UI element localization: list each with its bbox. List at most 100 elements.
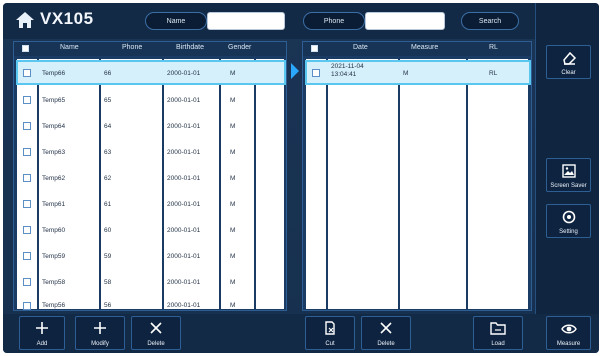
patient-name[interactable]: Temp56 — [42, 302, 65, 309]
patient-birthdate: 2000-01-01 — [167, 201, 201, 208]
patient-phone: 58 — [104, 279, 112, 286]
column-header-rl: RL — [489, 44, 498, 51]
patient-phone: 63 — [104, 149, 112, 156]
patient-row-checkbox[interactable] — [23, 252, 31, 260]
close-icon — [380, 322, 392, 334]
record-row-checkbox[interactable] — [312, 69, 320, 77]
patient-gender: M — [230, 97, 236, 104]
clear-label: Clear — [561, 70, 576, 76]
patient-row-checkbox[interactable] — [23, 96, 31, 104]
close-icon — [150, 322, 162, 334]
phone-search-input[interactable] — [365, 12, 445, 30]
patient-gender: M — [230, 302, 236, 309]
patient-row-checkbox[interactable] — [23, 174, 31, 182]
patient-phone: 61 — [104, 201, 112, 208]
modify-label: Modify — [91, 341, 109, 347]
patient-birthdate: 2000-01-01 — [167, 227, 201, 234]
screen-saver-label: Screen Saver — [550, 183, 587, 189]
extra-column — [256, 59, 284, 309]
delete-patient-button[interactable]: Delete — [131, 316, 181, 350]
patient-name[interactable]: Temp63 — [42, 149, 65, 156]
patient-gender: M — [230, 201, 236, 208]
top-bar: VX105 Name Phone Search — [3, 3, 535, 39]
record-checkbox-column — [306, 59, 326, 309]
patient-birthdate: 2000-01-01 — [167, 175, 201, 182]
patient-gender: M — [230, 123, 236, 130]
patient-birthdate: 2000-01-01 — [167, 123, 201, 130]
setting-label: Setting — [559, 229, 578, 235]
patient-name[interactable]: Temp62 — [42, 175, 65, 182]
load-label: Load — [491, 341, 505, 347]
patient-gender: M — [230, 149, 236, 156]
patient-row-checkbox[interactable] — [23, 148, 31, 156]
add-button[interactable]: Add — [19, 316, 65, 350]
patient-gender: M — [230, 279, 236, 286]
app-window: VX105 Name Phone Search Name Phone Birth… — [3, 3, 599, 353]
selection-arrow-icon — [291, 63, 299, 79]
search-button[interactable]: Search — [461, 12, 519, 30]
column-header-name: Name — [60, 44, 79, 51]
patient-name[interactable]: Temp61 — [42, 201, 65, 208]
column-header-phone: Phone — [122, 44, 143, 51]
patient-phone: 65 — [104, 97, 112, 104]
patient-phone: 56 — [104, 302, 112, 309]
patient-gender: M — [230, 175, 236, 182]
patient-birthdate: 2000-01-01 — [167, 279, 201, 286]
home-icon[interactable] — [15, 11, 35, 29]
phone-label: Phone — [303, 12, 365, 30]
patient-name[interactable]: Temp60 — [42, 227, 65, 234]
record-list-header: Date Measure RL — [303, 42, 531, 56]
patient-row-checkbox[interactable] — [23, 302, 31, 310]
delete-patient-label: Delete — [147, 341, 165, 347]
patient-phone: 66 — [104, 70, 112, 77]
record-list-panel: Date Measure RL 2021-11-04 13:04:41 M RL — [302, 41, 532, 311]
cut-label: Cut — [325, 341, 335, 347]
delete-record-button[interactable]: Delete — [361, 316, 411, 350]
eraser-icon — [562, 51, 576, 65]
folder-icon — [490, 322, 506, 335]
modify-button[interactable]: Modify — [75, 316, 125, 350]
load-button[interactable]: Load — [473, 316, 523, 350]
delete-record-label: Delete — [377, 341, 395, 347]
measure-button[interactable]: Measure — [546, 316, 591, 350]
patient-row-checkbox[interactable] — [23, 278, 31, 286]
gender-column — [221, 59, 254, 309]
screen-saver-button[interactable]: Screen Saver — [546, 158, 591, 192]
patient-birthdate: 2000-01-01 — [167, 253, 201, 260]
patient-list-panel: Name Phone Birthdate Gender Temp66 66 20… — [13, 41, 287, 311]
patient-row-checkbox[interactable] — [23, 69, 31, 77]
patient-phone: 59 — [104, 253, 112, 260]
patient-row-checkbox[interactable] — [23, 122, 31, 130]
patient-row-checkbox[interactable] — [23, 226, 31, 234]
patient-name: Temp66 — [42, 70, 66, 77]
patient-row-checkbox[interactable] — [23, 200, 31, 208]
clear-button[interactable]: Clear — [546, 45, 591, 79]
patient-gender: M — [230, 70, 236, 77]
rl-column — [468, 59, 528, 309]
measure-label: Measure — [556, 341, 581, 347]
setting-button[interactable]: Setting — [546, 204, 591, 238]
patient-name[interactable]: Temp58 — [42, 279, 65, 286]
patient-name[interactable]: Temp64 — [42, 123, 65, 130]
name-search-input[interactable] — [207, 12, 285, 30]
patient-gender: M — [230, 227, 236, 234]
cut-button[interactable]: Cut — [305, 316, 355, 350]
patient-list-header: Name Phone Birthdate Gender — [14, 42, 286, 56]
column-header-date: Date — [353, 44, 368, 51]
measure-column — [400, 59, 466, 309]
eye-icon — [560, 324, 577, 334]
record-date: 2021-11-04 13:04:41 — [331, 63, 364, 78]
image-icon — [561, 164, 576, 178]
gear-icon — [562, 210, 575, 224]
app-title: VX105 — [40, 9, 94, 28]
patient-name[interactable]: Temp65 — [42, 97, 65, 104]
select-all-records-checkbox[interactable] — [311, 45, 318, 52]
select-all-patients-checkbox[interactable] — [22, 45, 29, 52]
patient-birthdate: 2000-01-01 — [167, 302, 201, 309]
document-cut-icon — [325, 321, 335, 335]
patient-phone: 62 — [104, 175, 112, 182]
patient-gender: M — [230, 253, 236, 260]
patient-name[interactable]: Temp59 — [42, 253, 65, 260]
column-header-measure: Measure — [411, 44, 439, 51]
record-rl: RL — [489, 70, 498, 77]
